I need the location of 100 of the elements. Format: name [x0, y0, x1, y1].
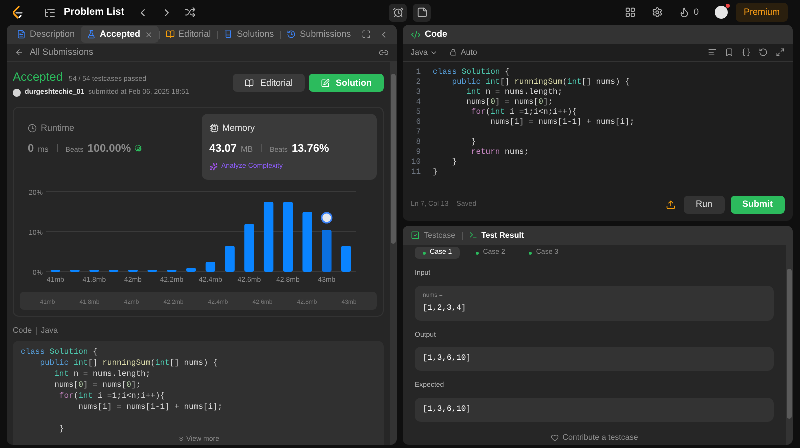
list-icon[interactable] — [44, 6, 56, 18]
solution-button[interactable]: Solution — [309, 74, 384, 92]
tab-icon — [287, 30, 296, 39]
format-icon[interactable] — [708, 48, 717, 57]
problem-list-link[interactable]: Problem List — [64, 5, 125, 20]
tab-icon — [87, 30, 96, 39]
chip-icon — [135, 145, 142, 152]
panel-tab[interactable]: Submissions — [281, 26, 358, 43]
code-line: nums[0] = nums[0]; — [54, 380, 142, 391]
back-arrow-icon[interactable] — [15, 48, 24, 57]
streak-count: 0 — [694, 6, 699, 19]
braces-icon[interactable] — [742, 48, 751, 57]
language-dropdown[interactable]: Java — [411, 46, 438, 58]
code-line: } — [451, 158, 458, 168]
panel-tab[interactable]: Description — [11, 26, 82, 43]
all-submissions-link[interactable]: All Submissions — [30, 46, 94, 60]
output-box: [1,3,6,10] — [415, 347, 774, 371]
bar — [283, 202, 294, 272]
grid-icon[interactable] — [624, 7, 636, 18]
user-avatar — [13, 89, 21, 98]
checkbox-icon — [411, 231, 420, 240]
stat-label: Runtime — [41, 122, 75, 134]
stat-value: 43.07 — [210, 142, 238, 157]
param-value: [1,2,3,4] — [423, 302, 468, 314]
panel-title: Code — [425, 28, 448, 41]
stat-unit: MB — [241, 144, 254, 156]
run-button[interactable]: Run — [684, 196, 724, 214]
code-line: } — [470, 138, 476, 148]
stat-unit: ms — [38, 144, 49, 156]
heart-icon — [550, 434, 559, 442]
panel-tab[interactable]: Accepted — [81, 26, 159, 43]
book-icon — [245, 78, 254, 88]
line-number: 2 — [415, 78, 422, 88]
reset-icon[interactable] — [759, 48, 768, 57]
line-number: 9 — [415, 148, 422, 158]
expected-box: [1,3,6,10] — [415, 398, 774, 422]
line-number: 6 — [415, 118, 422, 128]
expand-icon[interactable] — [776, 48, 785, 57]
editorial-button[interactable]: Editorial — [233, 74, 305, 92]
scrollbar[interactable] — [786, 245, 793, 445]
beats-value: 13.76% — [292, 142, 330, 157]
code-line: return nums; — [470, 148, 530, 158]
line-number: 11 — [410, 168, 422, 178]
bar — [322, 230, 332, 272]
line-number: 7 — [415, 128, 422, 138]
code-line: int n = nums.length; — [466, 88, 563, 98]
timer-button[interactable] — [389, 4, 408, 22]
code-line: public int[] runningSum(int[] nums) { — [39, 358, 218, 369]
link-icon[interactable] — [379, 48, 389, 58]
panel-tab[interactable]: Solutions — [218, 26, 280, 43]
line-number: 3 — [415, 88, 422, 98]
line-number: 8 — [415, 138, 422, 148]
tab-icon — [224, 30, 234, 39]
code-line: public int[] runningSum(int[] nums) { — [451, 78, 630, 88]
settings-icon[interactable] — [652, 7, 663, 18]
fullscreen-icon[interactable] — [362, 30, 371, 39]
logo-icon[interactable] — [12, 6, 24, 19]
mode-label: Auto — [460, 46, 478, 58]
pencil-square-icon — [321, 78, 330, 88]
avatar-marker — [321, 212, 333, 224]
tab-icon — [166, 30, 175, 39]
flame-icon[interactable] — [678, 7, 690, 18]
bar — [225, 246, 235, 272]
terminal-icon — [468, 231, 478, 240]
result-tab[interactable]: Test Result — [468, 230, 524, 242]
status-text: Accepted — [13, 69, 64, 86]
contribute-testcase-button[interactable]: Contribute a testcase — [550, 432, 638, 444]
avatar[interactable] — [715, 6, 728, 19]
bar — [264, 202, 274, 272]
code-line: for(int i =1;i<n;i++){ — [470, 108, 578, 118]
code-label: Code — [13, 325, 32, 337]
line-number: 1 — [415, 68, 422, 78]
code-line: class Solution { — [433, 68, 510, 78]
panel-tab[interactable]: Editorial — [160, 26, 218, 43]
code-icon — [411, 30, 421, 40]
bar — [302, 212, 312, 272]
code-line: } — [58, 424, 64, 435]
clock-icon — [28, 124, 37, 133]
double-chevron-icon — [178, 436, 185, 443]
upload-icon[interactable] — [666, 200, 676, 210]
close-icon[interactable] — [144, 30, 153, 38]
bar — [244, 224, 254, 272]
notes-button[interactable] — [413, 4, 432, 22]
bar — [341, 246, 352, 272]
code-line: nums[0] = nums[0]; — [466, 98, 554, 108]
bar — [206, 262, 216, 272]
sparkle-icon — [210, 162, 218, 171]
alarm-clock-icon — [392, 7, 404, 18]
code-line: nums[i] = nums[i-1] + nums[i]; — [490, 118, 635, 128]
submit-button[interactable]: Submit — [730, 196, 785, 214]
bookmark-icon[interactable] — [725, 48, 734, 57]
shuffle-icon[interactable] — [184, 7, 196, 18]
result-tab[interactable]: Testcase — [411, 230, 456, 242]
scrollbar[interactable] — [390, 62, 397, 445]
stat-value: 0 — [28, 142, 34, 157]
premium-button[interactable]: Premium — [736, 3, 788, 22]
line-number: 10 — [410, 158, 422, 168]
code-line: int n = nums.length; — [54, 369, 151, 380]
line-number: 5 — [415, 108, 422, 118]
code-line: class Solution { — [21, 347, 98, 358]
